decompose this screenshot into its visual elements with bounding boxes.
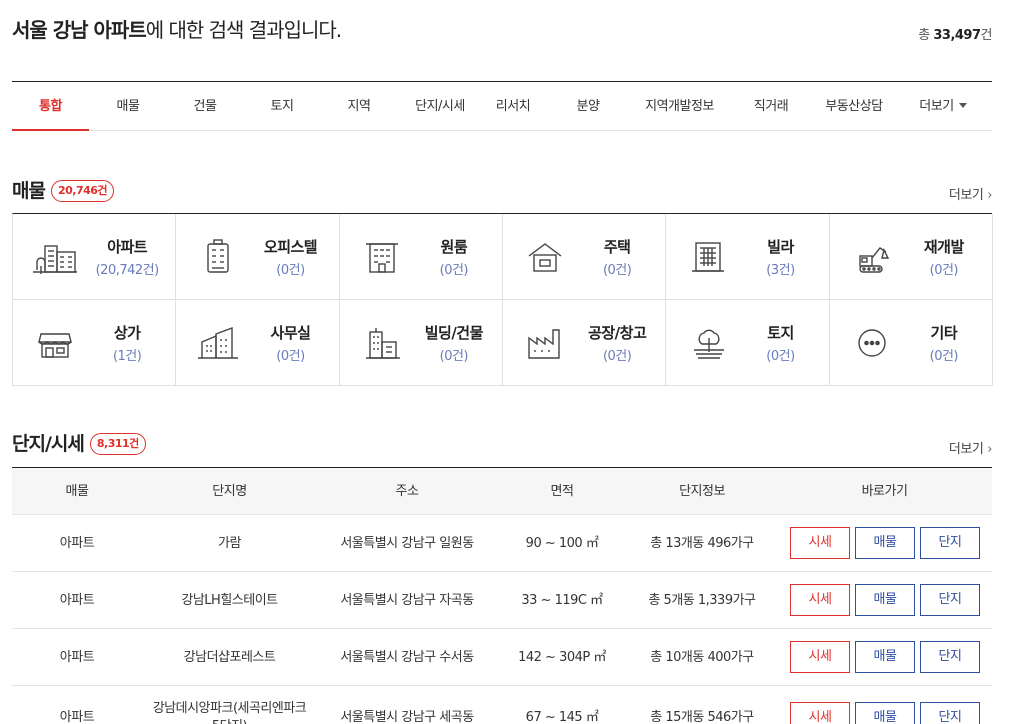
oneroom-icon xyxy=(365,243,398,273)
complex-name[interactable]: 강남LH힐스테이트 xyxy=(142,572,317,629)
price-button[interactable]: 시세 xyxy=(790,527,850,559)
table-row: 아파트 강남더샵포레스트 서울특별시 강남구 수서동 142 ~ 304P ㎡ … xyxy=(12,629,992,686)
price-button[interactable]: 시세 xyxy=(790,641,850,673)
listings-count-badge: 20,746건 xyxy=(50,180,115,202)
complex-section-title: 단지/시세 8,311건 xyxy=(12,429,146,456)
officetel-icon xyxy=(207,239,230,273)
tab-complex-price[interactable]: 단지/시세 xyxy=(402,83,478,131)
tab-integrated[interactable]: 통합 xyxy=(12,83,89,131)
category-factory[interactable]: 공장/창고 (0건) xyxy=(503,300,667,386)
category-oneroom[interactable]: 원룸 (0건) xyxy=(339,214,503,300)
complex-button[interactable]: 단지 xyxy=(920,641,980,673)
category-tabs: 통합 매물 건물 토지 지역 단지/시세 리서치 분양 지역개발정보 직거래 부… xyxy=(12,83,992,131)
tab-region[interactable]: 지역 xyxy=(328,83,390,131)
complex-table: 매물 단지명 주소 면적 단지정보 바로가기 아파트 가람 서울특별시 강남구 … xyxy=(12,467,992,724)
office-icon xyxy=(198,326,239,359)
tab-research[interactable]: 리서치 xyxy=(482,83,544,131)
tab-consultation[interactable]: 부동산상담 xyxy=(814,83,894,131)
category-etc[interactable]: 기타 (0건) xyxy=(829,300,993,386)
page-title: 서울 강남 아파트에 대한 검색 결과입니다. xyxy=(12,18,342,42)
listing-button[interactable]: 매물 xyxy=(855,641,915,673)
table-header: 매물 단지명 주소 면적 단지정보 바로가기 xyxy=(12,468,992,515)
villa-icon xyxy=(692,242,725,272)
total-count: 총 33,497건 xyxy=(918,28,992,43)
table-row: 아파트 강남LH힐스테이트 서울특별시 강남구 자곡동 33 ~ 119C ㎡ … xyxy=(12,572,992,629)
factory-icon xyxy=(528,329,560,359)
category-officetel[interactable]: 오피스텔 (0건) xyxy=(176,214,340,300)
category-office[interactable]: 사무실 (0건) xyxy=(176,300,340,386)
tab-listings[interactable]: 매물 xyxy=(97,83,159,131)
category-house[interactable]: 주택 (0건) xyxy=(503,214,667,300)
building-icon xyxy=(365,328,400,359)
complex-button[interactable]: 단지 xyxy=(920,584,980,616)
listings-more-link[interactable]: 더보기 › xyxy=(949,184,993,203)
category-redevelopment[interactable]: 재개발 (0건) xyxy=(829,214,993,300)
category-apartment[interactable]: 아파트 (20,742건) xyxy=(13,214,177,300)
apartment-icon xyxy=(33,245,77,274)
listing-button[interactable]: 매물 xyxy=(855,527,915,559)
excavator-icon xyxy=(858,247,889,273)
tab-direct-deal[interactable]: 직거래 xyxy=(740,83,802,131)
more-dots-icon xyxy=(857,329,886,357)
listings-section-title: 매물 20,746건 xyxy=(12,176,115,203)
tab-buildings[interactable]: 건물 xyxy=(174,83,236,131)
price-button[interactable]: 시세 xyxy=(790,702,850,724)
tab-presale[interactable]: 분양 xyxy=(557,83,619,131)
tab-more[interactable]: 더보기 xyxy=(912,83,974,131)
complex-name[interactable]: 강남데시앙파크(세곡리엔파크5단지) xyxy=(152,686,307,724)
chevron-right-icon: › xyxy=(987,442,992,457)
table-row: 아파트 가람 서울특별시 강남구 일원동 90 ~ 100 ㎡ 총 13개동 4… xyxy=(12,515,992,572)
price-button[interactable]: 시세 xyxy=(790,584,850,616)
complex-more-link[interactable]: 더보기 › xyxy=(949,438,993,457)
search-query: 서울 강남 아파트 xyxy=(12,18,147,42)
complex-name[interactable]: 가람 xyxy=(142,515,317,572)
complex-count-badge: 8,311건 xyxy=(89,433,146,455)
tab-regional-dev[interactable]: 지역개발정보 xyxy=(637,83,722,131)
chevron-right-icon: › xyxy=(987,188,992,203)
table-row: 아파트 강남데시앙파크(세곡리엔파크5단지) 서울특별시 강남구 세곡동 67 … xyxy=(12,686,992,724)
category-store[interactable]: 상가 (1건) xyxy=(13,300,177,386)
category-villa[interactable]: 빌라 (3건) xyxy=(666,214,830,300)
listing-category-grid: 아파트 (20,742건) 오피스텔 (0건) 원룸 (0건) 주택 (0건) xyxy=(12,213,993,386)
land-icon xyxy=(694,329,725,359)
complex-name[interactable]: 강남더샵포레스트 xyxy=(142,629,317,686)
category-building[interactable]: 빌딩/건물 (0건) xyxy=(339,300,503,386)
complex-button[interactable]: 단지 xyxy=(920,527,980,559)
complex-button[interactable]: 단지 xyxy=(920,702,980,724)
caret-down-icon xyxy=(958,103,967,108)
house-icon xyxy=(528,243,562,272)
listing-button[interactable]: 매물 xyxy=(855,702,915,724)
listing-button[interactable]: 매물 xyxy=(855,584,915,616)
search-result-header: 서울 강남 아파트에 대한 검색 결과입니다. 총 33,497건 xyxy=(12,0,993,82)
category-land[interactable]: 토지 (0건) xyxy=(666,300,830,386)
tab-land[interactable]: 토지 xyxy=(251,83,313,131)
store-icon xyxy=(38,333,72,358)
